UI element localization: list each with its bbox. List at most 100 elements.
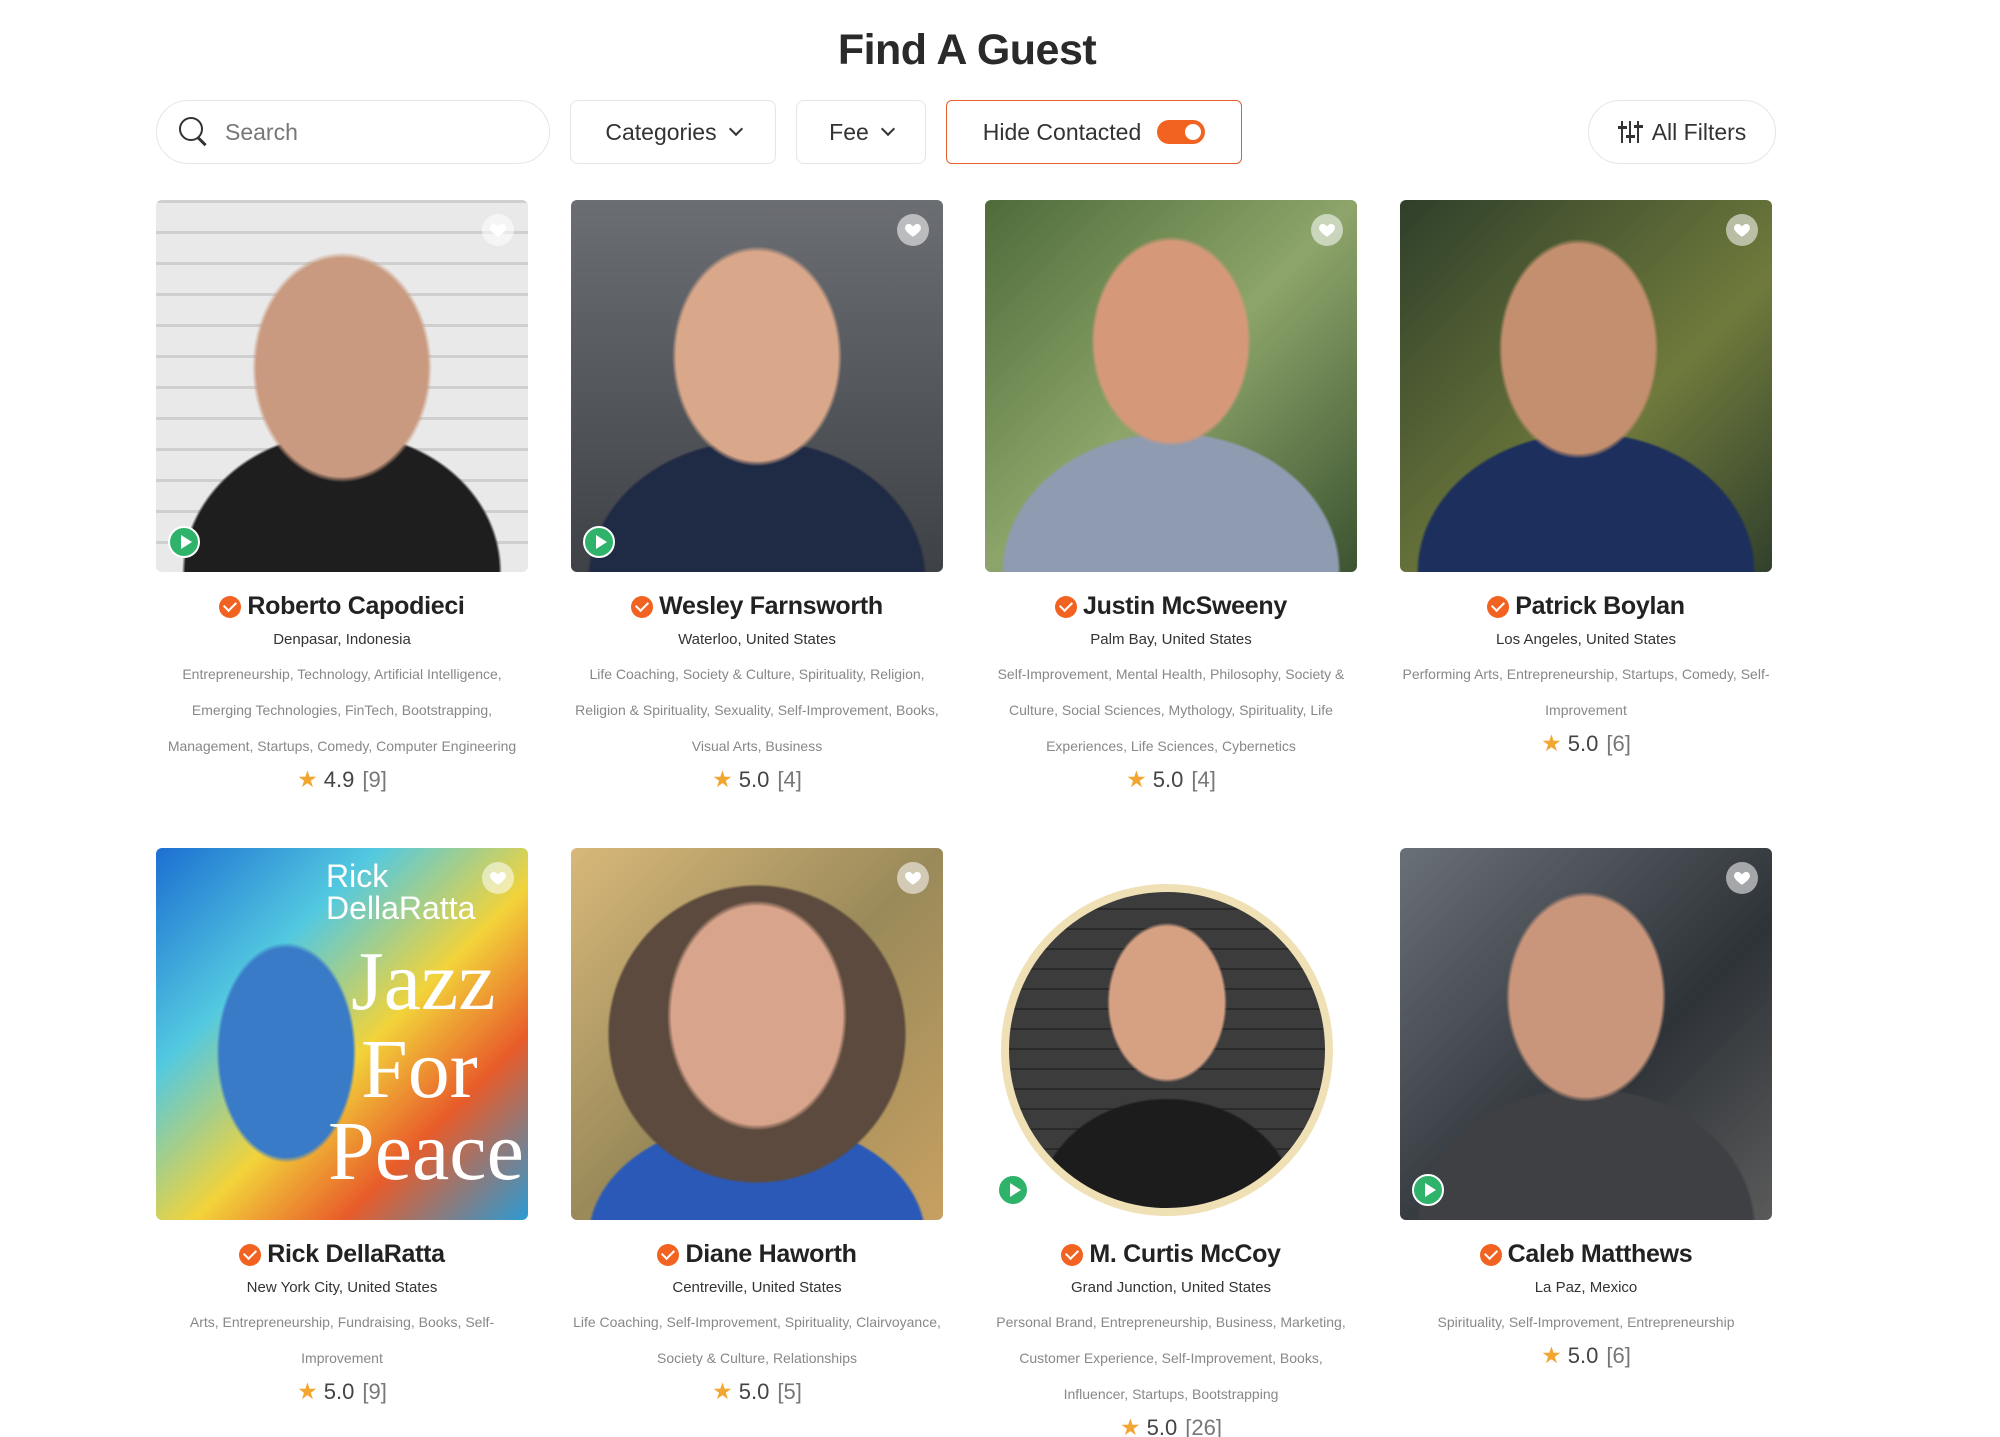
favorite-heart-icon[interactable] [897,862,929,894]
guest-photo[interactable] [985,848,1357,1220]
search-input[interactable]: Search [156,100,550,164]
star-icon: ★ [712,1378,733,1404]
guest-categories: Arts, Entrepreneurship, Fundraising, Boo… [189,1314,495,1366]
guest-photo[interactable] [1400,848,1772,1220]
favorite-heart-icon[interactable] [1726,214,1758,246]
chevron-down-icon [880,121,895,137]
guest-photo[interactable] [156,200,528,572]
fee-dropdown[interactable]: Fee [796,100,926,164]
all-filters-button[interactable]: All Filters [1588,100,1776,164]
star-icon: ★ [297,1378,318,1404]
rating-count: [6] [1606,1342,1631,1368]
guest-card[interactable]: Wesley Farnsworth Waterloo, United State… [571,200,943,793]
guest-categories: Self-Improvement, Mental Health, Philoso… [997,666,1345,754]
guest-photo[interactable] [1400,200,1772,572]
guest-photo[interactable]: Rick DellaRatta Jazz For Peace [156,848,528,1220]
rating-count: [5] [777,1378,802,1404]
guest-card[interactable]: Diane Haworth Centreville, United States… [571,848,943,1405]
guest-card[interactable]: Rick DellaRatta Jazz For Peace Rick Dell… [156,848,528,1405]
filter-bar: Search Categories Fee Hide Contacted All… [156,100,1776,166]
rating-value: 5.0 [1567,730,1599,756]
guest-location: Centreville, United States [672,1279,842,1296]
find-a-guest-page: Find A Guest Search Categories Fee Hide … [0,0,2000,1437]
verified-badge-icon [219,595,242,618]
favorite-heart-icon[interactable] [482,214,514,246]
categories-dropdown[interactable]: Categories [570,100,776,164]
guest-name[interactable]: M. Curtis McCoy [1089,1240,1281,1269]
page-title: Find A Guest [837,26,1097,74]
guest-categories: Spirituality, Self-Improvement, Entrepre… [1437,1314,1735,1330]
guest-categories: Life Coaching, Society & Culture, Spirit… [575,666,939,754]
play-video-icon[interactable] [997,1174,1029,1206]
guest-name-row: Diane Haworth [571,1240,943,1269]
rating-value: 5.0 [738,1378,770,1404]
rating-count: [4] [1191,766,1216,792]
guest-rating: ★ 5.0 [9] [156,1378,528,1405]
verified-badge-icon [1479,1243,1502,1266]
favorite-heart-icon[interactable] [1726,862,1758,894]
star-icon: ★ [1541,1342,1562,1368]
guest-rating: ★ 5.0 [4] [985,766,1357,793]
guest-name-row: Justin McSweeny [985,592,1357,621]
guest-card[interactable]: Roberto Capodieci Denpasar, Indonesia En… [156,200,528,793]
favorite-heart-icon[interactable] [1311,214,1343,246]
guest-card[interactable]: M. Curtis McCoy Grand Junction, United S… [985,848,1357,1437]
guest-name[interactable]: Caleb Matthews [1508,1240,1693,1269]
rating-count: [9] [362,1378,387,1404]
chevron-down-icon [728,121,743,137]
star-icon: ★ [1541,730,1562,756]
verified-badge-icon [657,1243,680,1266]
guest-name[interactable]: Patrick Boylan [1515,592,1685,621]
guest-name-row: Roberto Capodieci [156,592,528,621]
categories-label: Categories [605,118,717,145]
all-filters-label: All Filters [1651,118,1747,145]
verified-badge-icon [239,1243,262,1266]
guest-location: Palm Bay, United States [1090,631,1252,648]
favorite-heart-icon[interactable] [482,862,514,894]
hide-contacted-toggle[interactable] [1157,120,1206,144]
rating-count: [6] [1606,730,1631,756]
hide-contacted-filter[interactable]: Hide Contacted [946,100,1242,164]
guest-name[interactable]: Wesley Farnsworth [659,592,883,621]
guest-card[interactable]: Patrick Boylan Los Angeles, United State… [1400,200,1772,757]
hide-contacted-label: Hide Contacted [982,118,1142,145]
guest-name-row: Caleb Matthews [1400,1240,1772,1269]
rating-count: [9] [362,766,387,792]
sliders-icon [1617,121,1643,143]
star-icon: ★ [297,766,318,792]
guest-location: Grand Junction, United States [1070,1279,1272,1296]
favorite-heart-icon[interactable] [1311,862,1343,894]
rating-value: 5.0 [1567,1342,1599,1368]
guest-rating: ★ 5.0 [5] [571,1378,943,1405]
guest-rating: ★ 5.0 [26] [985,1414,1357,1437]
guest-location: Los Angeles, United States [1495,631,1677,648]
guest-name[interactable]: Rick DellaRatta [267,1240,445,1269]
guest-rating: ★ 4.9 [9] [156,766,528,793]
guest-categories: Entrepreneurship, Technology, Artificial… [167,666,517,754]
rating-value: 5.0 [1152,766,1184,792]
play-video-icon[interactable] [1412,1174,1444,1206]
star-icon: ★ [712,766,733,792]
guest-card[interactable]: Justin McSweeny Palm Bay, United States … [985,200,1357,793]
star-icon: ★ [1120,1414,1141,1437]
guest-location: La Paz, Mexico [1534,1279,1638,1296]
search-icon [179,117,209,147]
guest-photo[interactable] [571,200,943,572]
rating-value: 5.0 [1146,1414,1178,1437]
guest-categories: Performing Arts, Entrepreneurship, Start… [1402,666,1770,718]
rating-value: 5.0 [323,1378,355,1404]
verified-badge-icon [1487,595,1510,618]
guest-photo[interactable] [985,200,1357,572]
guest-card[interactable]: Caleb Matthews La Paz, Mexico Spirituali… [1400,848,1772,1369]
guest-rating: ★ 5.0 [6] [1400,1342,1772,1369]
rating-count: [26] [1185,1414,1222,1437]
guest-photo[interactable] [571,848,943,1220]
rating-count: [4] [777,766,802,792]
guest-name[interactable]: Diane Haworth [685,1240,856,1269]
guest-categories: Personal Brand, Entrepreneurship, Busine… [996,1314,1346,1402]
favorite-heart-icon[interactable] [897,214,929,246]
play-video-icon[interactable] [168,526,200,558]
guest-name[interactable]: Justin McSweeny [1083,592,1287,621]
play-video-icon[interactable] [583,526,615,558]
guest-name[interactable]: Roberto Capodieci [247,592,464,621]
